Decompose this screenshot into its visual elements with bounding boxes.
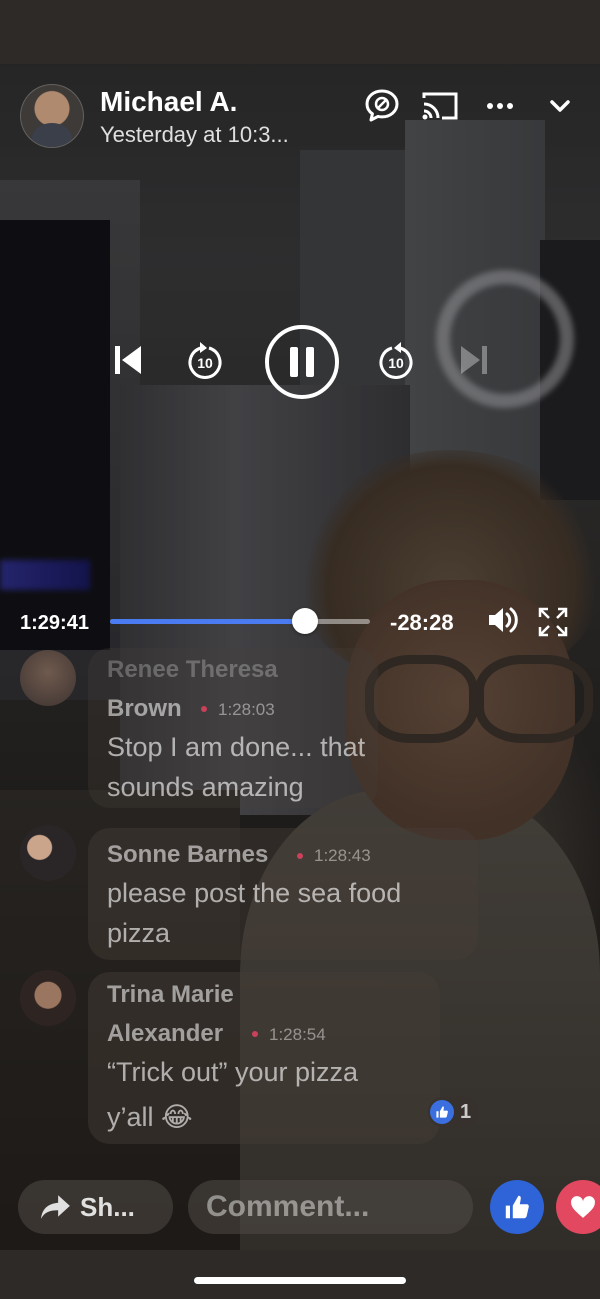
forward-seconds-label: 10 <box>388 355 404 371</box>
like-reaction-icon <box>430 1100 454 1124</box>
comment-timestamp[interactable]: 1:28:54 <box>269 1025 326 1045</box>
comment-reaction-badge[interactable]: 1 <box>428 1097 480 1127</box>
comment-text: pizza <box>107 918 171 948</box>
pause-button[interactable] <box>265 325 339 399</box>
comment-author[interactable]: Alexander <box>107 1020 223 1048</box>
pause-icon <box>290 347 298 377</box>
avatar[interactable] <box>20 650 76 706</box>
chevron-down-icon[interactable] <box>540 86 580 126</box>
volume-icon <box>489 607 518 633</box>
comment-separator-dot <box>297 853 303 859</box>
next-button[interactable] <box>458 342 490 378</box>
comment-author[interactable]: Sonne Barnes <box>107 841 268 869</box>
seek-bar-progress <box>110 619 305 624</box>
more-icon[interactable] <box>480 86 520 126</box>
comment-author[interactable]: Renee Theresa <box>107 656 278 684</box>
share-label: Sh... <box>80 1191 135 1222</box>
share-arrow-icon <box>41 1195 70 1219</box>
comment-separator-dot <box>201 706 207 712</box>
comment-text: please post the sea food <box>107 878 402 908</box>
like-button[interactable] <box>490 1180 544 1234</box>
comment-text: y’all 😂 <box>107 1102 193 1132</box>
pause-icon <box>306 347 314 377</box>
comment-author[interactable]: Brown <box>107 695 182 723</box>
cast-icon[interactable] <box>420 86 460 126</box>
rewind-icon: 10 <box>188 342 222 379</box>
post-time: Yesterday at 10:3... <box>100 122 289 147</box>
video-header: Michael A. Yesterday at 10:3... <box>0 64 600 174</box>
comment-author[interactable]: Trina Marie <box>107 981 234 1009</box>
fullscreen-button[interactable] <box>537 606 569 638</box>
elapsed-time: 1:29:41 <box>20 612 89 634</box>
comment-text: “Trick out” your pizza <box>107 1057 359 1087</box>
status-bar-area <box>0 0 600 64</box>
comment-timestamp[interactable]: 1:28:43 <box>314 846 371 866</box>
skip-next-icon <box>461 346 487 374</box>
reaction-count: 1 <box>460 1100 472 1123</box>
comment-timestamp[interactable]: 1:28:03 <box>218 700 275 720</box>
previous-button[interactable] <box>112 342 144 378</box>
fast-forward-icon: 10 <box>379 342 413 379</box>
bottom-safe-area <box>0 1250 600 1299</box>
rewind-seconds-label: 10 <box>197 355 213 371</box>
home-indicator[interactable] <box>194 1277 406 1284</box>
avatar[interactable] <box>20 84 84 148</box>
user-name[interactable]: Michael A. <box>100 86 237 118</box>
comment-text: sounds amazing <box>107 772 304 802</box>
skip-previous-icon <box>115 346 141 374</box>
comment-off-icon[interactable] <box>362 86 402 126</box>
seek-bar[interactable] <box>110 608 370 634</box>
comment-separator-dot <box>252 1031 258 1037</box>
heart-icon <box>571 1196 595 1218</box>
rewind-10-button[interactable]: 10 <box>185 340 225 382</box>
comment-input[interactable] <box>188 1180 473 1234</box>
volume-button[interactable] <box>486 604 520 636</box>
seek-bar-thumb[interactable] <box>292 608 318 634</box>
forward-10-button[interactable]: 10 <box>376 340 416 382</box>
avatar[interactable] <box>20 970 76 1026</box>
comment-text: Stop I am done... that <box>107 732 366 762</box>
avatar[interactable] <box>20 825 76 881</box>
share-button[interactable]: Sh... <box>18 1180 173 1234</box>
thumbs-up-icon <box>505 1195 529 1219</box>
remaining-time: -28:28 <box>390 610 454 635</box>
fullscreen-icon <box>538 607 568 637</box>
